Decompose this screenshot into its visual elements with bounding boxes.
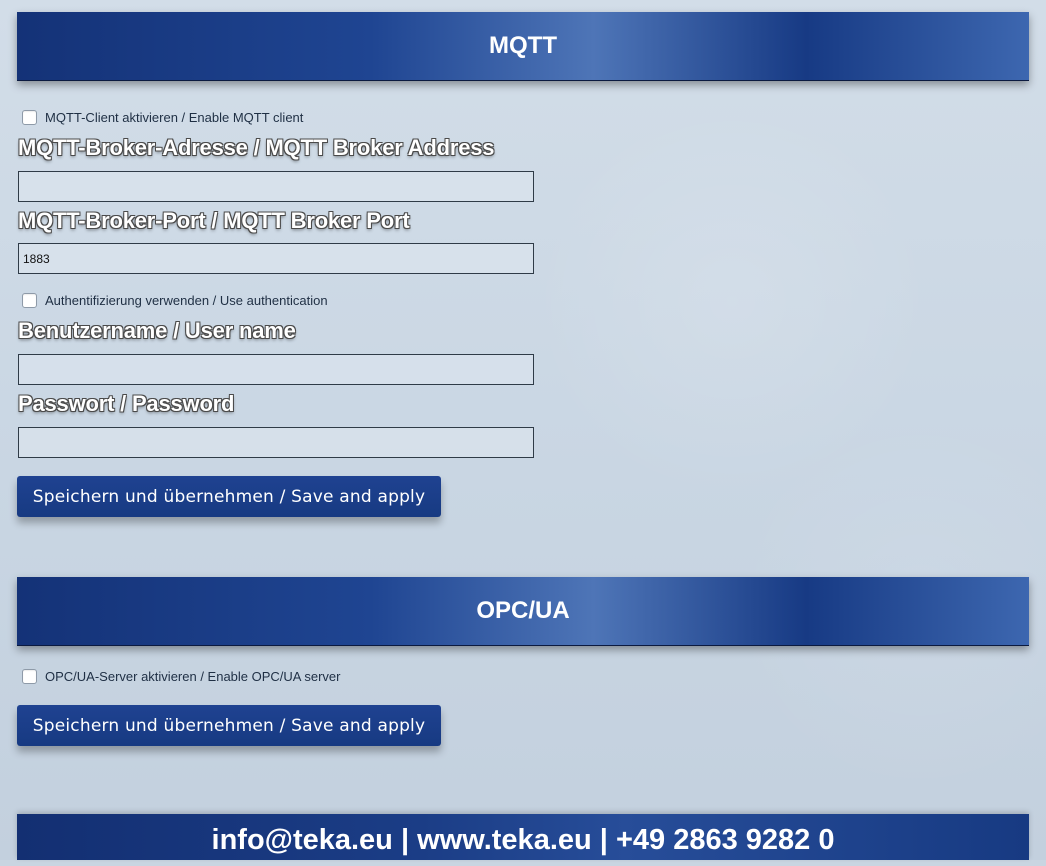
- password-input[interactable]: [23, 428, 529, 457]
- password-field[interactable]: [18, 427, 534, 458]
- enable-opcua-server-row[interactable]: OPC/UA-Server aktivieren / Enable OPC/UA…: [22, 669, 341, 684]
- username-label: Benutzername / User name: [18, 318, 296, 343]
- mqtt-section-header: MQTT: [17, 12, 1029, 81]
- enable-mqtt-client-row[interactable]: MQTT-Client aktivieren / Enable MQTT cli…: [22, 110, 303, 125]
- mqtt-broker-address-input[interactable]: [23, 172, 529, 201]
- mqtt-broker-address-field[interactable]: [18, 171, 534, 202]
- footer-contact-bar: info@teka.eu | www.teka.eu | +49 2863 92…: [17, 814, 1029, 860]
- use-authentication-row[interactable]: Authentifizierung verwenden / Use authen…: [22, 293, 328, 308]
- enable-mqtt-client-label: MQTT-Client aktivieren / Enable MQTT cli…: [45, 110, 304, 125]
- footer-contact-text: info@teka.eu | www.teka.eu | +49 2863 92…: [211, 824, 835, 856]
- enable-opcua-server-checkbox[interactable]: [22, 669, 37, 684]
- mqtt-broker-port-label: MQTT-Broker-Port / MQTT Broker Port: [18, 208, 410, 233]
- mqtt-broker-address-label: MQTT-Broker-Adresse / MQTT Broker Addres…: [18, 135, 495, 160]
- opcua-save-button[interactable]: Speichern und übernehmen / Save and appl…: [17, 705, 441, 746]
- mqtt-save-button[interactable]: Speichern und übernehmen / Save and appl…: [17, 476, 441, 517]
- enable-opcua-server-label: OPC/UA-Server aktivieren / Enable OPC/UA…: [45, 669, 341, 684]
- password-label: Passwort / Password: [18, 391, 235, 416]
- username-field[interactable]: [18, 354, 534, 385]
- opcua-section-title: OPC/UA: [476, 597, 570, 624]
- mqtt-broker-port-field[interactable]: [18, 243, 534, 274]
- opcua-section-header: OPC/UA: [17, 577, 1029, 646]
- enable-mqtt-client-checkbox[interactable]: [22, 110, 37, 125]
- username-input[interactable]: [23, 355, 529, 384]
- use-authentication-label: Authentifizierung verwenden / Use authen…: [45, 293, 328, 308]
- mqtt-broker-port-input[interactable]: [23, 244, 529, 273]
- mqtt-section-title: MQTT: [489, 32, 557, 59]
- settings-page: MQTT MQTT-Client aktivieren / Enable MQT…: [0, 0, 1046, 860]
- use-authentication-checkbox[interactable]: [22, 293, 37, 308]
